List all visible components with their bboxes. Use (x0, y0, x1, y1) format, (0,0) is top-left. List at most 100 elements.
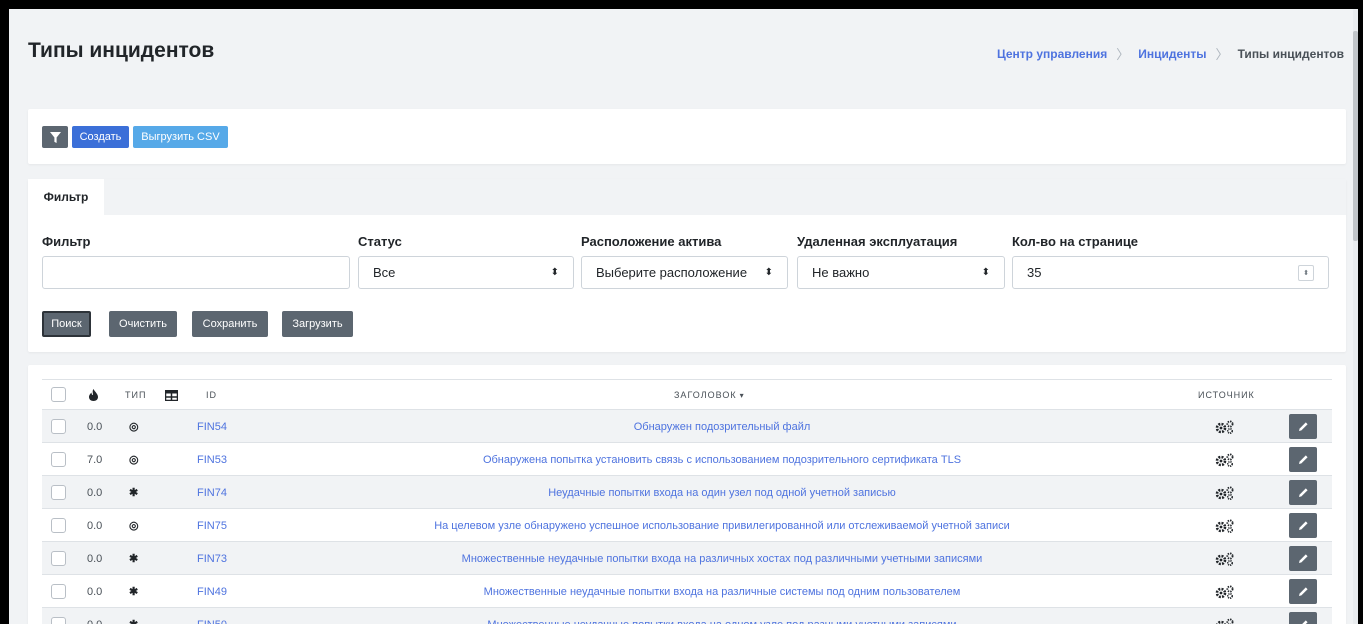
row-title-link[interactable]: Множественные неудачные попытки входа на… (272, 608, 1172, 624)
breadcrumb-separator-icon: 〉 (1215, 47, 1229, 62)
row-id-link[interactable]: FIN73 (197, 542, 227, 575)
pencil-icon (1298, 521, 1308, 530)
title-column-label: ЗАГОЛОВОК (674, 390, 737, 400)
create-button[interactable]: Создать (72, 126, 129, 148)
save-button[interactable]: Сохранить (192, 311, 268, 337)
cogs-icon (1215, 542, 1235, 575)
row-checkbox[interactable] (51, 419, 66, 434)
table-row[interactable]: 0.0 ◎ FIN54 Обнаружен подозрительный файл (42, 410, 1332, 443)
location-select[interactable]: Выберите расположение ⬍ (581, 256, 788, 289)
edit-button[interactable] (1289, 447, 1317, 472)
spinner-icon[interactable]: ⬍ (1298, 264, 1314, 281)
row-severity-score: 0.0 (87, 486, 103, 499)
export-csv-button[interactable]: Выгрузить CSV (133, 126, 228, 148)
table-row[interactable]: 0.0 ◎ FIN75 На целевом узле обнаружено успе… (42, 509, 1332, 542)
row-checkbox[interactable] (51, 617, 66, 624)
pencil-icon (1298, 422, 1308, 431)
table-row[interactable]: 0.0 ✱ FIN49 Множественные неудачные попытки… (42, 575, 1332, 608)
per-page-value: 35 (1027, 265, 1042, 280)
breadcrumb-item-incidents[interactable]: Инциденты (1138, 47, 1206, 61)
row-checkbox[interactable] (51, 452, 66, 467)
row-title-link[interactable]: Множественные неудачные попытки входа на… (272, 575, 1172, 608)
row-id-link[interactable]: FIN49 (197, 575, 227, 608)
per-page-input[interactable]: 35 ⬍ (1012, 256, 1329, 289)
source-column-header[interactable]: ИСТОЧНИК (1198, 380, 1255, 410)
row-title-link[interactable]: Множественные неудачные попытки входа на… (272, 542, 1172, 575)
row-id-link[interactable]: FIN53 (197, 443, 227, 476)
type-column-header[interactable]: ТИП (125, 380, 146, 410)
row-title-link[interactable]: Неудачные попытки входа на один узел под… (272, 476, 1172, 509)
toolbar-card: Создать Выгрузить CSV (28, 109, 1346, 164)
breadcrumb-item-control-center[interactable]: Центр управления (997, 47, 1107, 61)
tab-filter[interactable]: Фильтр (28, 179, 104, 215)
row-checkbox[interactable] (51, 584, 66, 599)
row-severity-score: 0.0 (87, 585, 103, 598)
table-row[interactable]: 7.0 ◎ FIN53 Обнаружена попытка установить с… (42, 443, 1332, 476)
row-title-link[interactable]: Обнаружен подозрительный файл (272, 410, 1172, 443)
edit-cell (1289, 608, 1317, 624)
edit-button[interactable] (1289, 480, 1317, 505)
edit-button[interactable] (1289, 414, 1317, 439)
row-checkbox[interactable] (51, 485, 66, 500)
cogs-icon (1215, 443, 1235, 476)
scrollbar-thumb[interactable] (1353, 31, 1358, 241)
edit-cell (1289, 443, 1317, 476)
pencil-icon (1298, 488, 1308, 497)
page-header: Типы инцидентов Центр управления 〉 Инцид… (9, 9, 1358, 93)
row-checkbox[interactable] (51, 551, 66, 566)
pencil-icon (1298, 554, 1308, 563)
pencil-icon (1301, 620, 1308, 624)
table-row[interactable]: 0.0 ✱ FIN50 Множественные неудачные попытки… (42, 608, 1332, 624)
status-label: Статус (358, 234, 402, 249)
row-severity-score: 0.0 (87, 608, 102, 624)
asterisk-icon: ✱ (129, 586, 139, 598)
clear-button[interactable]: Очистить (109, 311, 177, 337)
filter-toggle-button[interactable] (42, 126, 68, 148)
filter-label: Фильтр (42, 234, 91, 249)
row-title-link[interactable]: Обнаружена попытка установить связь с ис… (272, 443, 1172, 476)
asterisk-icon: ✱ (129, 487, 139, 499)
edit-button[interactable] (1289, 612, 1317, 624)
status-select[interactable]: Все ⬍ (358, 256, 574, 289)
asterisk-icon: ✱ (129, 553, 139, 565)
remote-exploitation-select[interactable]: Не важно ⬍ (797, 256, 1005, 289)
cogs-icon (1215, 410, 1235, 443)
table-row[interactable]: 0.0 ✱ FIN74 Неудачные попытки входа на один… (42, 476, 1332, 509)
target-icon: ◎ (129, 520, 139, 532)
severity-column-header[interactable] (89, 380, 98, 410)
row-severity-score: 0.0 (87, 552, 103, 565)
sort-down-icon: ▾ (739, 390, 745, 400)
row-title-link[interactable]: На целевом узле обнаружено успешное испо… (272, 509, 1172, 542)
target-icon: ◎ (129, 454, 139, 466)
filter-panel: Фильтр Фильтр Статус Все ⬍ Расположение … (28, 179, 1346, 352)
columns-toggle[interactable] (165, 380, 178, 410)
row-id-link[interactable]: FIN75 (197, 509, 227, 542)
row-id-link[interactable]: FIN54 (197, 410, 227, 443)
row-severity-score: 0.0 (87, 519, 103, 532)
load-button[interactable]: Загрузить (282, 311, 353, 337)
table-row[interactable]: 0.0 ✱ FIN73 Множественные неудачные попытки… (42, 542, 1332, 575)
filter-input[interactable] (42, 256, 350, 289)
pencil-icon (1298, 455, 1308, 464)
filter-tabs: Фильтр (28, 179, 1346, 215)
fire-icon (89, 389, 98, 401)
row-id-link[interactable]: FIN50 (197, 608, 227, 624)
row-checkbox[interactable] (51, 518, 66, 533)
edit-button[interactable] (1289, 513, 1317, 538)
row-severity-score: 7.0 (87, 453, 103, 466)
select-all-checkbox[interactable] (51, 387, 66, 402)
row-id-link[interactable]: FIN74 (197, 476, 227, 509)
vertical-scrollbar[interactable] (1353, 9, 1358, 624)
edit-cell (1289, 542, 1317, 575)
table-header: ТИП ID ЗАГОЛОВОК ▾ ИСТОЧНИК (42, 379, 1332, 410)
edit-button[interactable] (1289, 579, 1317, 604)
edit-cell (1289, 476, 1317, 509)
select-arrows-icon: ⬍ (981, 267, 990, 278)
id-column-header[interactable]: ID (206, 380, 217, 410)
edit-cell (1289, 575, 1317, 608)
search-button[interactable]: Поиск (42, 311, 91, 337)
select-arrows-icon: ⬍ (550, 267, 559, 278)
title-column-header[interactable]: ЗАГОЛОВОК ▾ (674, 380, 745, 410)
edit-button[interactable] (1289, 546, 1317, 571)
edit-cell (1289, 509, 1317, 542)
